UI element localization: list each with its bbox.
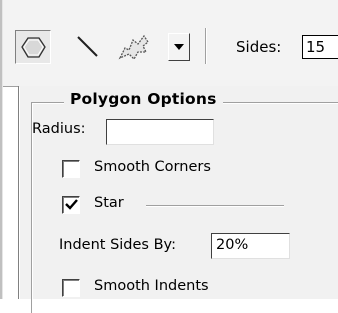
smooth-indents-checkbox[interactable] [62, 279, 80, 297]
group-border-top-right [258, 102, 284, 103]
radius-label: Radius: [32, 121, 86, 137]
checkmark-icon [65, 199, 78, 210]
shape-options-dropdown-button[interactable] [168, 33, 190, 61]
custom-shape-icon [118, 34, 149, 61]
indent-sides-label: Indent Sides By: [59, 237, 176, 253]
star-group-divider-highlight [146, 206, 284, 207]
smooth-corners-label: Smooth Corners [94, 159, 211, 175]
panel-highlight [19, 87, 20, 299]
polygon-options-title: Polygon Options [64, 90, 223, 108]
sides-input[interactable]: 15 [302, 35, 338, 59]
star-checkbox[interactable] [62, 196, 80, 214]
custom-shape-tool-button[interactable] [116, 30, 152, 64]
indent-sides-input[interactable]: 20% [211, 233, 290, 259]
line-icon [77, 36, 98, 57]
sides-label: Sides: [236, 38, 282, 56]
line-tool-button[interactable] [70, 30, 106, 64]
triangle-down-icon [174, 44, 184, 50]
smooth-corners-checkbox[interactable] [62, 160, 80, 178]
radius-input[interactable] [106, 119, 214, 145]
polygon-tool-button[interactable] [15, 30, 51, 64]
star-label: Star [94, 195, 124, 211]
toolbar-separator-highlight [206, 28, 207, 64]
smooth-indents-label: Smooth Indents [94, 278, 209, 294]
polygon-icon [21, 37, 46, 58]
